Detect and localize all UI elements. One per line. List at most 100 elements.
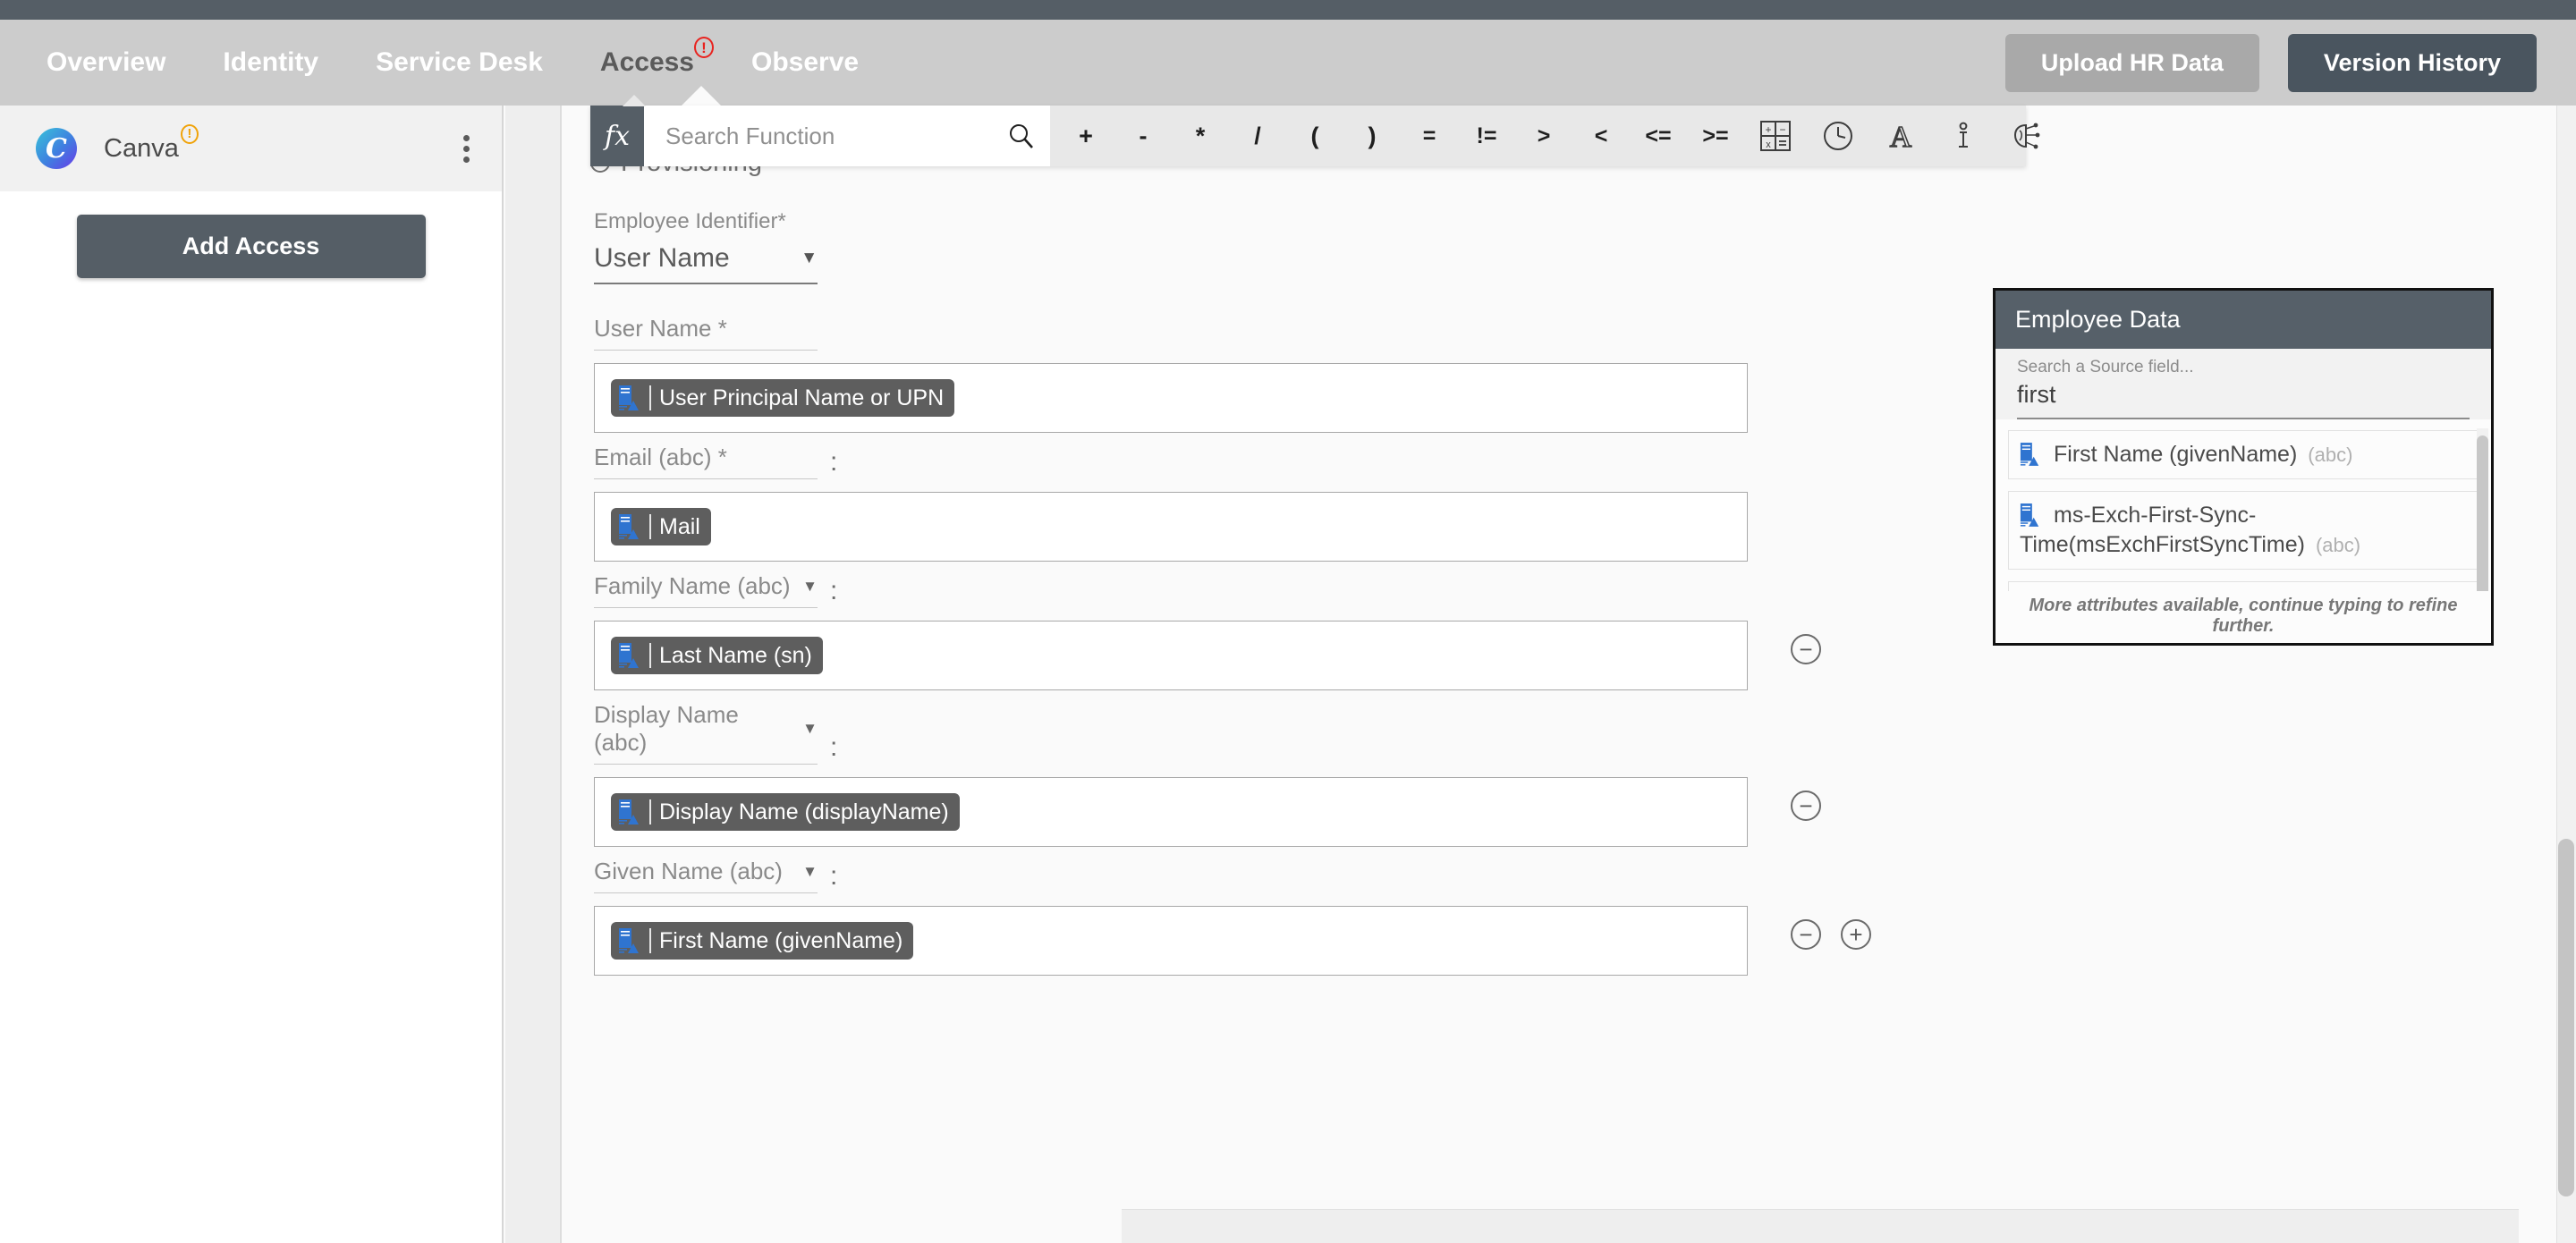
employee-data-results[interactable]: First Name (givenName) (abc) ms-Exch-Firs…	[1996, 419, 2491, 591]
nav-item-observe[interactable]: Observe	[751, 47, 859, 78]
field-colon: :	[830, 576, 838, 605]
canva-logo-icon: C	[36, 128, 77, 169]
page-scrollbar-thumb[interactable]	[2558, 839, 2574, 1196]
attribute-chip[interactable]: First Name (givenName)	[611, 922, 914, 960]
list-item[interactable]: First Name (givenName) (abc)	[2008, 430, 2479, 479]
chip-divider	[649, 799, 651, 824]
employee-identifier-select[interactable]: User Name ▼	[594, 243, 818, 284]
list-item[interactable]: ms-Exch-First-Sync-Time(msExchFirstSyncT…	[2008, 491, 2479, 570]
operator-less-than-button[interactable]: <	[1582, 106, 1620, 166]
chevron-down-icon: ▼	[802, 577, 818, 595]
upload-hr-data-button[interactable]: Upload HR Data	[2004, 33, 2259, 92]
operator-not-equals-button[interactable]: !=	[1468, 106, 1505, 166]
search-icon[interactable]	[1007, 123, 1034, 149]
attribute-source-icon	[618, 513, 641, 540]
nav-items: Overview Identity Service Desk Access ! …	[47, 37, 916, 78]
add-mapping-button[interactable]: +	[1841, 919, 1871, 950]
chip-divider	[649, 385, 651, 410]
svg-text:+: +	[1765, 123, 1771, 136]
kebab-dot	[463, 145, 470, 152]
operator-greater-equal-button[interactable]: >=	[1697, 106, 1734, 166]
svg-text:A: A	[1890, 121, 1912, 152]
sidebar-item-canva[interactable]: C Canva !	[0, 106, 502, 191]
field-label-given-name[interactable]: Given Name (abc) ▼	[594, 858, 818, 893]
nav-item-access[interactable]: Access !	[600, 37, 714, 78]
list-item-type: (abc)	[2308, 444, 2353, 466]
minus-placeholder	[1791, 376, 1821, 407]
dropdown-scrollbar-thumb[interactable]	[2477, 435, 2488, 591]
svg-text:x: x	[1766, 140, 1771, 150]
calculator-icon[interactable]: + − x	[1758, 106, 1793, 166]
operator-less-equal-button[interactable]: <=	[1640, 106, 1677, 166]
operator-equals-button[interactable]: =	[1411, 106, 1448, 166]
attribute-chip-label: Mail	[659, 513, 700, 539]
employee-data-title: Employee Data	[1996, 291, 2491, 349]
add-access-wrap: Add Access	[0, 191, 502, 278]
ai-brain-icon[interactable]	[2008, 106, 2044, 166]
operator-buttons: + - * / ( ) = != > < <= >= + − x A	[1050, 106, 2057, 166]
search-function-input[interactable]	[664, 121, 1007, 151]
kebab-dot	[463, 134, 470, 141]
remove-mapping-button[interactable]: −	[1791, 634, 1821, 664]
employee-identifier-row: Employee Identifier* User Name ▼	[562, 209, 2519, 284]
display-name-token-input[interactable]: Display Name (displayName)	[594, 777, 1748, 847]
user-name-token-input[interactable]: User Principal Name or UPN	[594, 363, 1748, 433]
list-item[interactable]: ms-DS-Phonetic-First-Name(msDS-PhoneticF…	[2008, 581, 2479, 591]
operator-open-paren-button[interactable]: (	[1296, 106, 1334, 166]
field-input-row: First Name (givenName) − +	[594, 893, 2519, 976]
more-options-icon[interactable]	[456, 128, 477, 170]
operator-plus-button[interactable]: +	[1067, 106, 1105, 166]
warning-exclamation-icon: !	[180, 123, 199, 144]
alert-exclamation-icon: !	[694, 37, 714, 58]
chip-divider	[649, 928, 651, 953]
svg-text:−: −	[1779, 123, 1785, 136]
fx-button[interactable]: fx	[590, 106, 644, 166]
nav-item-overview[interactable]: Overview	[47, 47, 165, 78]
given-name-token-input[interactable]: First Name (givenName)	[594, 906, 1748, 976]
app-root: Overview Identity Service Desk Access ! …	[0, 0, 2576, 1243]
info-icon[interactable]	[1945, 106, 1981, 166]
attribute-chip[interactable]: Display Name (displayName)	[611, 793, 960, 831]
text-icon[interactable]: A	[1883, 106, 1919, 166]
minus-placeholder	[1791, 505, 1821, 536]
chevron-down-icon: ▼	[801, 249, 818, 267]
operator-close-paren-button[interactable]: )	[1353, 106, 1391, 166]
employee-data-search: Search a Source field... first	[1996, 349, 2491, 419]
employee-identifier-label: Employee Identifier*	[594, 209, 786, 233]
field-label-user-name: User Name *	[594, 315, 818, 351]
employee-data-footer-hint: More attributes available, continue typi…	[1996, 591, 2491, 643]
version-history-button[interactable]: Version History	[2287, 33, 2537, 92]
attribute-source-icon	[2020, 503, 2041, 528]
family-name-token-input[interactable]: Last Name (sn)	[594, 621, 1748, 690]
attribute-chip[interactable]: Last Name (sn)	[611, 637, 823, 674]
form-bottom-bar	[1122, 1209, 2519, 1243]
field-label-user-name-text: User Name *	[594, 315, 727, 342]
nav-item-identity[interactable]: Identity	[223, 47, 318, 78]
email-token-input[interactable]: Mail	[594, 492, 1748, 562]
nav-item-service-desk[interactable]: Service Desk	[376, 47, 543, 78]
attribute-chip[interactable]: User Principal Name or UPN	[611, 379, 955, 417]
operator-multiply-button[interactable]: *	[1182, 106, 1219, 166]
remove-mapping-button[interactable]: −	[1791, 919, 1821, 950]
nav-actions: Upload HR Data Version History	[2004, 33, 2537, 92]
attribute-source-icon	[618, 642, 641, 669]
add-access-button[interactable]: Add Access	[76, 215, 426, 278]
operator-greater-than-button[interactable]: >	[1525, 106, 1563, 166]
field-label-wrap: Given Name (abc) ▼ :	[594, 858, 2519, 893]
attribute-source-icon	[618, 927, 641, 954]
provisioning-form-panel: Provisioning Employee Identifier* User N…	[560, 106, 2519, 1243]
field-row-given-name: Given Name (abc) ▼ : First Name (givenNa…	[562, 858, 2519, 976]
clock-icon[interactable]	[1820, 106, 1856, 166]
remove-mapping-button[interactable]: −	[1791, 791, 1821, 821]
attribute-chip[interactable]: Mail	[611, 508, 711, 545]
field-label-family-name[interactable]: Family Name (abc) ▼	[594, 572, 818, 608]
operator-divide-button[interactable]: /	[1239, 106, 1276, 166]
chip-divider	[649, 514, 651, 539]
operator-minus-button[interactable]: -	[1124, 106, 1162, 166]
field-colon: :	[830, 732, 838, 762]
employee-data-search-label: Search a Source field...	[2017, 358, 2194, 376]
formula-toolbar: fx + - * / ( ) = != > < <= >=	[590, 106, 2040, 166]
field-label-display-name[interactable]: Display Name (abc) ▼	[594, 701, 818, 765]
list-item-label: ms-Exch-First-Sync-Time(msExchFirstSyncT…	[2020, 503, 2305, 557]
employee-data-search-input[interactable]: first	[2017, 377, 2470, 419]
